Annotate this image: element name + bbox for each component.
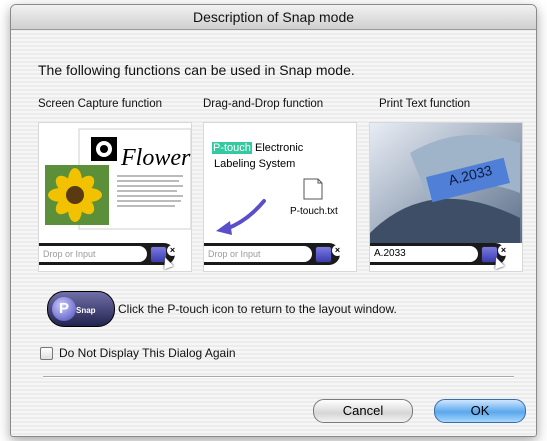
label-tape-photo [370, 123, 522, 243]
file-name-label: P-touch.txt [290, 206, 338, 217]
ok-button[interactable]: OK [434, 399, 526, 423]
close-icon[interactable]: × [498, 245, 509, 256]
drag-arrow-icon [224, 199, 266, 231]
close-icon[interactable]: × [332, 245, 343, 256]
snap-input-field[interactable]: A.2033 [370, 246, 478, 262]
snap-input-bar[interactable]: Drop or Input × [204, 243, 343, 265]
dialog-titlebar: Description of Snap mode [11, 5, 536, 30]
label-screen-capture: Screen Capture function [38, 98, 163, 110]
separator [43, 376, 514, 378]
checkbox-label[interactable]: Do Not Display This Dialog Again [59, 346, 236, 360]
print-text-illustration: A.2033 A.2033 × [369, 122, 523, 272]
screen-capture-illustration: Flower Drop or Input × [38, 122, 192, 272]
cancel-button[interactable]: Cancel [313, 399, 413, 423]
document-icon [303, 178, 323, 200]
do-not-display-option[interactable]: Do Not Display This Dialog Again [40, 346, 236, 360]
snap-icon-label: Snap [76, 306, 96, 315]
ptouch-snap-icon: P Snap [47, 291, 115, 327]
print-button-icon[interactable] [315, 246, 332, 263]
label-drag-drop: Drag-and-Drop function [203, 98, 324, 110]
info-text: Click the P-touch icon to return to the … [118, 302, 397, 316]
ptouch-logo-icon: P [52, 297, 76, 321]
snap-input-bar[interactable]: A.2033 × [370, 243, 509, 265]
do-not-display-checkbox[interactable] [40, 346, 53, 360]
drag-graphics [216, 178, 323, 235]
label-print-text: Print Text function [379, 98, 471, 110]
snap-input-field[interactable]: Drop or Input [204, 246, 312, 262]
snap-mode-dialog: Description of Snap mode The following f… [10, 4, 537, 437]
drag-drop-illustration: P-touch Electronic Labeling System P-tou… [203, 122, 357, 272]
intro-text: The following functions can be used in S… [38, 62, 355, 78]
doc-heading: Flower [121, 145, 191, 171]
dialog-title: Description of Snap mode [192, 9, 355, 25]
snap-input-bar[interactable]: Drop or Input × [39, 243, 178, 265]
snap-input-field[interactable]: Drop or Input [39, 246, 147, 262]
close-icon[interactable]: × [167, 245, 178, 256]
flower-document-image [45, 128, 191, 230]
